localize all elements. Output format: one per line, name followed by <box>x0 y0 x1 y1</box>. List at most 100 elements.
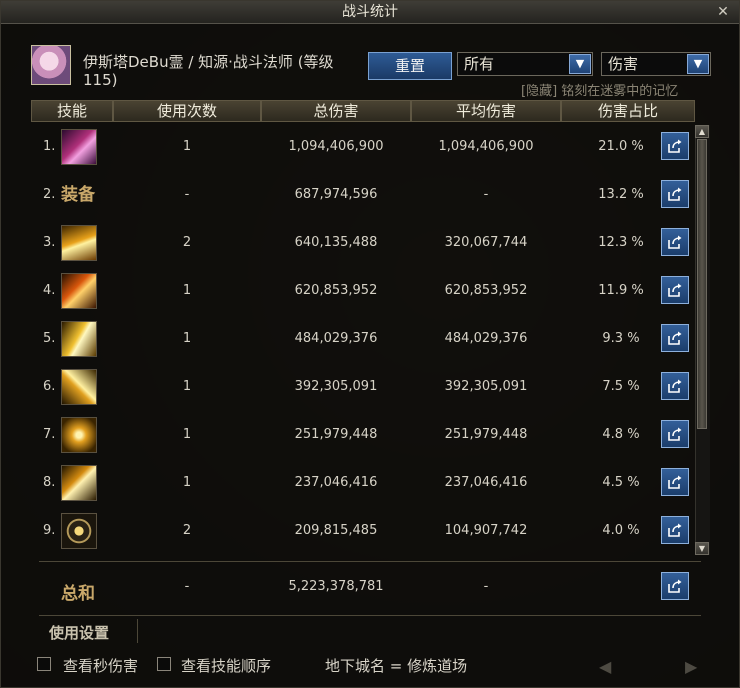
cell-total-damage: 620,853,952 <box>294 283 378 298</box>
row-index: 7. <box>43 427 56 442</box>
share-icon <box>668 427 682 441</box>
cell-average-damage: - <box>483 187 489 202</box>
share-icon <box>668 331 682 345</box>
row-index: 6. <box>43 379 56 394</box>
share-icon <box>668 379 682 393</box>
share-button[interactable] <box>661 420 689 448</box>
share-button[interactable] <box>661 572 689 600</box>
share-icon <box>668 187 682 201</box>
table-row[interactable]: 8. 1 237,046,416 237,046,416 4.5 % <box>31 459 695 507</box>
table-row[interactable]: 3. 2 640,135,488 320,067,744 12.3 % <box>31 219 695 267</box>
skill-icon-4 <box>61 273 97 309</box>
chevron-down-icon: ▼ <box>569 54 591 74</box>
scroll-down-button[interactable]: ▼ <box>695 542 709 555</box>
skill-order-checkbox[interactable] <box>157 657 171 671</box>
skill-icon-9 <box>61 513 97 549</box>
row-index: 8. <box>43 475 56 490</box>
row-index: 4. <box>43 283 56 298</box>
skill-icon-5 <box>61 321 97 357</box>
scrollbar-thumb[interactable] <box>697 139 707 429</box>
prev-arrow-icon[interactable]: ◀ <box>599 657 611 676</box>
row-index: 5. <box>43 331 56 346</box>
table-row[interactable]: 4. 1 620,853,952 620,853,952 11.9 % <box>31 267 695 315</box>
table-row[interactable]: 1. 1 1,094,406,900 1,094,406,900 21.0 % <box>31 123 695 171</box>
settings-bar: 使用设置 <box>39 615 701 646</box>
total-label: 总和 <box>61 584 95 604</box>
row-index: 9. <box>43 523 56 538</box>
share-button[interactable] <box>661 276 689 304</box>
share-button[interactable] <box>661 468 689 496</box>
metric-dropdown-value: 伤害 <box>608 55 639 73</box>
share-icon <box>668 523 682 537</box>
total-average: - <box>483 579 489 594</box>
header-skill[interactable]: 技能 <box>31 100 113 122</box>
avatar <box>31 45 71 85</box>
row-index: 3. <box>43 235 56 250</box>
skill-order-checkbox-label: 查看技能顺序 <box>181 657 272 675</box>
share-icon <box>668 139 682 153</box>
cell-total-damage: 484,029,376 <box>294 331 378 346</box>
cell-average-damage: 237,046,416 <box>444 475 528 490</box>
cell-average-damage: 251,979,448 <box>444 427 528 442</box>
settings-separator <box>137 619 138 643</box>
usage-settings-tab[interactable]: 使用设置 <box>49 622 109 643</box>
total-uses: - <box>184 579 190 594</box>
table-row[interactable]: 2. 装备 -687,974,596-13.2 % <box>31 171 695 219</box>
cell-total-damage: 209,815,485 <box>294 523 378 538</box>
total-damage: 5,223,378,781 <box>288 579 384 594</box>
cell-total-damage: 392,305,091 <box>294 379 378 394</box>
dps-checkbox-label: 查看秒伤害 <box>63 657 139 675</box>
filter-dropdown-value: 所有 <box>464 55 495 73</box>
cell-average-damage: 392,305,091 <box>444 379 528 394</box>
share-button[interactable] <box>661 132 689 160</box>
cell-total-damage: 640,135,488 <box>294 235 378 250</box>
metric-dropdown[interactable]: 伤害 ▼ <box>601 52 711 76</box>
cell-uses: 1 <box>182 139 192 154</box>
table-row[interactable]: 7. 1 251,979,448 251,979,448 4.8 % <box>31 411 695 459</box>
cell-total-damage: 251,979,448 <box>294 427 378 442</box>
skill-icon-1 <box>61 129 97 165</box>
share-icon <box>668 579 682 593</box>
close-icon[interactable]: ✕ <box>715 1 731 23</box>
title-bar[interactable]: 战斗统计 ✕ <box>1 1 739 24</box>
share-icon <box>668 283 682 297</box>
combat-stats-window: 战斗统计 ✕ 伊斯塔DeBu霊 / 知源·战斗法师 (等级115) 重置 所有 … <box>0 0 740 688</box>
chevron-down-icon: ▼ <box>687 54 709 74</box>
cell-uses: 1 <box>182 475 192 490</box>
next-arrow-icon[interactable]: ▶ <box>685 657 697 676</box>
share-icon <box>668 235 682 249</box>
share-button[interactable] <box>661 180 689 208</box>
cell-total-damage: 687,974,596 <box>294 187 378 202</box>
skill-icon-7 <box>61 417 97 453</box>
share-icon <box>668 475 682 489</box>
header-average-damage[interactable]: 平均伤害 <box>411 100 561 122</box>
table-row[interactable]: 9. 2 209,815,485 104,907,742 4.0 % <box>31 507 695 555</box>
table-row[interactable]: 6. 1 392,305,091 392,305,091 7.5 % <box>31 363 695 411</box>
cell-uses: 1 <box>182 379 192 394</box>
cell-average-damage: 104,907,742 <box>444 523 528 538</box>
cell-average-damage: 484,029,376 <box>444 331 528 346</box>
share-button[interactable] <box>661 228 689 256</box>
header-total-damage[interactable]: 总伤害 <box>261 100 411 122</box>
reset-button[interactable]: 重置 <box>368 52 452 80</box>
header-uses[interactable]: 使用次数 <box>113 100 261 122</box>
share-button[interactable] <box>661 324 689 352</box>
cell-average-damage: 620,853,952 <box>444 283 528 298</box>
share-button[interactable] <box>661 516 689 544</box>
header-damage-share[interactable]: 伤害占比 <box>561 100 695 122</box>
share-button[interactable] <box>661 372 689 400</box>
skill-icon-8 <box>61 465 97 501</box>
cell-average-damage: 1,094,406,900 <box>438 139 534 154</box>
cell-uses: 1 <box>182 427 192 442</box>
dps-checkbox[interactable] <box>37 657 51 671</box>
filter-dropdown[interactable]: 所有 ▼ <box>457 52 593 76</box>
cell-total-damage: 237,046,416 <box>294 475 378 490</box>
equipment-label: 装备 <box>61 185 95 205</box>
divider <box>39 561 701 562</box>
window-title: 战斗统计 <box>342 4 398 20</box>
table-row[interactable]: 5. 1 484,029,376 484,029,376 9.3 % <box>31 315 695 363</box>
cell-uses: - <box>184 187 190 202</box>
scroll-up-button[interactable]: ▲ <box>695 125 709 138</box>
dungeon-name: 地下城名 = 修炼道场 <box>325 657 468 675</box>
cell-uses: 1 <box>182 331 192 346</box>
